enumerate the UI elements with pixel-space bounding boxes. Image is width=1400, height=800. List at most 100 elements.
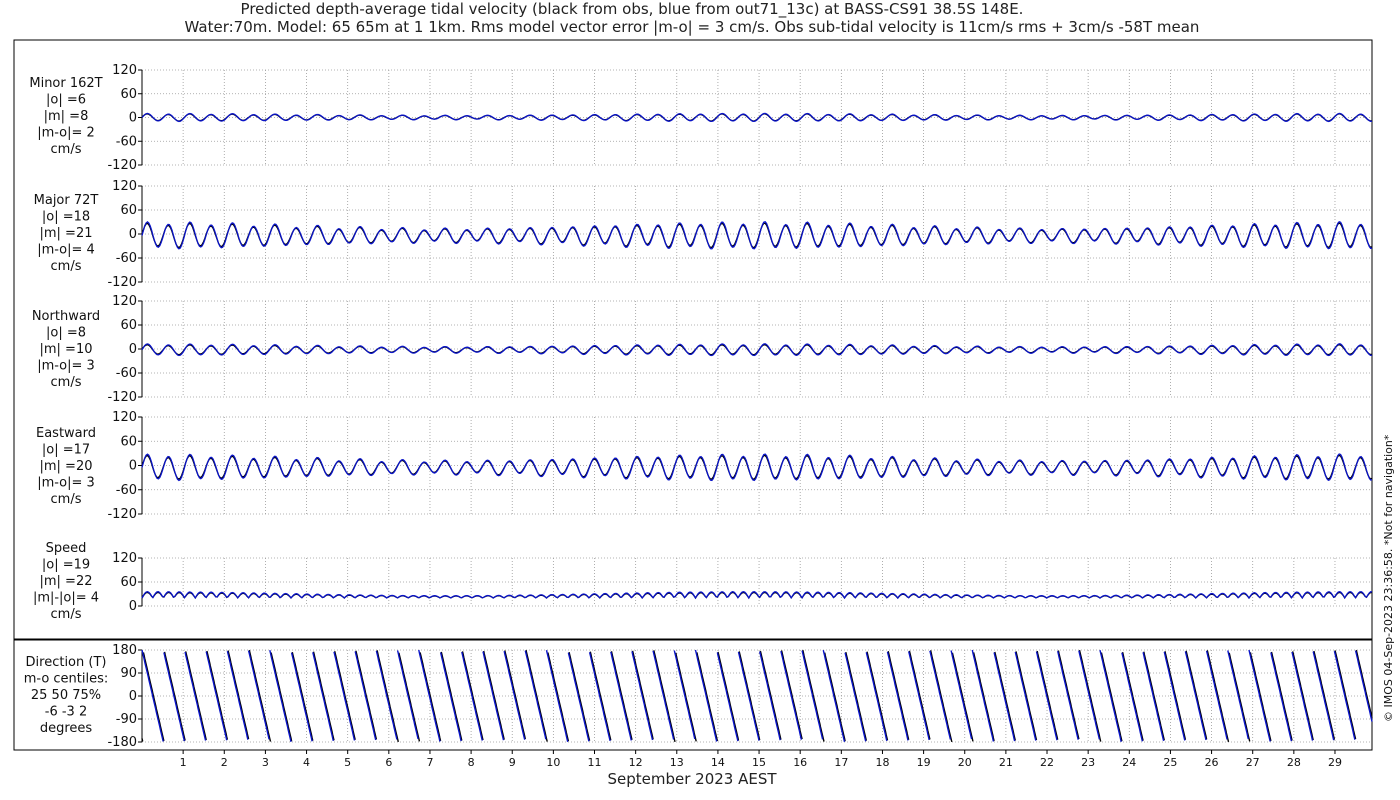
panel-label-line: cm/s: [51, 142, 82, 157]
panel-eastward: 120 60 0 -60 -120 Eastward |o| =17|m| =20 |m-o|…: [36, 410, 1373, 522]
panel-label-line: |m| =8: [44, 109, 89, 124]
x-tick-label: 17: [834, 756, 848, 769]
panel-label-line: |o| =19: [42, 558, 90, 573]
panel-label-line: |m-o|= 3: [37, 476, 95, 491]
y-tick-label: 120: [112, 410, 137, 425]
panel-label-line: |m| =21: [40, 226, 93, 241]
x-tick-label: 13: [670, 756, 684, 769]
panel-label-line: |m|-|o|= 4: [33, 591, 99, 606]
panel-label-line: |o| =6: [46, 93, 86, 108]
y-tick-label: -120: [107, 158, 137, 173]
y-tick-label: 120: [112, 551, 137, 566]
y-tick-label: 0: [129, 599, 137, 614]
y-tick-label: -60: [116, 366, 137, 381]
y-tick-label: 120: [112, 294, 137, 309]
x-tick-label: 3: [262, 756, 269, 769]
y-tick-label: -180: [107, 735, 137, 750]
y-tick-label: -120: [107, 390, 137, 405]
series-model-line: [141, 343, 1373, 357]
panel-label-line: |m| =22: [40, 574, 93, 589]
x-tick-label: 23: [1081, 756, 1095, 769]
panel-label-line: cm/s: [51, 492, 82, 507]
x-tick-label: 14: [711, 756, 725, 769]
y-tick-label: 120: [112, 179, 137, 194]
x-tick-label: 8: [468, 756, 475, 769]
x-tick-label: 26: [1205, 756, 1219, 769]
y-tick-label: 60: [120, 434, 137, 449]
panel-label-line: |o| =17: [42, 443, 90, 458]
panel-label-line: |m-o|= 3: [37, 359, 95, 374]
x-tick-label: 19: [917, 756, 931, 769]
x-axis: 1 2 3 4 5 6 7 8 9 10 11 12 13 14 15 16 17 18 19 20 21 22 23 24 2…: [180, 750, 1342, 769]
x-tick-label: 21: [999, 756, 1013, 769]
x-tick-label: 2: [221, 756, 228, 769]
x-tick-label: 11: [588, 756, 602, 769]
y-tick-label: 0: [129, 689, 137, 704]
panel-label-line: Speed: [46, 541, 87, 556]
side-note: © IMOS 04-Sep-2023 23:36:58. *Not for na…: [1382, 434, 1395, 722]
x-tick-label: 24: [1122, 756, 1136, 769]
y-tick-label: 60: [120, 87, 137, 102]
panel-label-line: |m-o|= 4: [37, 243, 95, 258]
tidal-velocity-figure: Predicted depth-average tidal velocity (…: [13, 0, 1395, 788]
y-tick-label: 0: [129, 459, 137, 474]
panel-label-line: degrees: [40, 721, 93, 736]
y-tick-label: -120: [107, 275, 137, 290]
y-tick-label: -60: [116, 134, 137, 149]
y-tick-label: 0: [129, 342, 137, 357]
x-tick-label: 22: [1040, 756, 1054, 769]
series-model-line: [141, 453, 1373, 482]
panel-label-line: m-o centiles:: [24, 672, 109, 687]
x-axis-label: September 2023 AEST: [607, 770, 777, 788]
x-tick-label: 7: [426, 756, 433, 769]
y-tick-label: -60: [116, 251, 137, 266]
panel-label-line: 25 50 75%: [31, 688, 101, 703]
panel-label-line: cm/s: [51, 375, 82, 390]
x-tick-label: 28: [1287, 756, 1301, 769]
x-tick-label: 27: [1246, 756, 1260, 769]
panel-label-line: |m| =20: [40, 459, 93, 474]
x-tick-label: 16: [793, 756, 807, 769]
series-model-line: [141, 591, 1372, 600]
x-tick-label: 29: [1328, 756, 1342, 769]
panel-speed: 120 60 0 Speed |o| =19|m| =22 |m|-|o|= 4cm/s: [33, 541, 1372, 622]
y-tick-label: 0: [129, 227, 137, 242]
x-tick-label: 6: [385, 756, 392, 769]
x-tick-label: 20: [958, 756, 972, 769]
y-tick-label: 60: [120, 203, 137, 218]
y-tick-label: 0: [129, 111, 137, 126]
x-tick-label: 9: [509, 756, 516, 769]
x-tick-label: 4: [303, 756, 310, 769]
x-tick-label: 25: [1163, 756, 1177, 769]
chart-title-line2: Water:70m. Model: 65 65m at 1 1km. Rms m…: [185, 18, 1200, 36]
panel-direction: 180 90 0 -90 -180 Direction (T) m-o centiles:2…: [24, 643, 1373, 750]
panel-label-line: -6 -3 2: [45, 705, 87, 720]
y-tick-label: 60: [120, 575, 137, 590]
panel-northward: 120 60 0 -60 -120 Northward |o| =8|m| =10 |m-o|…: [32, 294, 1373, 405]
panel-label-line: |o| =18: [42, 210, 90, 225]
panel-label-line: Northward: [32, 309, 100, 324]
x-tick-label: 1: [180, 756, 187, 769]
y-tick-label: 120: [112, 63, 137, 78]
y-tick-label: 60: [120, 318, 137, 333]
y-tick-label: -90: [116, 712, 137, 727]
panel-label-line: |o| =8: [46, 326, 86, 341]
panel-label-line: cm/s: [51, 259, 82, 274]
panel-label-line: |m-o|= 2: [37, 126, 95, 141]
panel-major: 120 60 0 -60 -120 Major 72T |o| =18|m| =21 |m-o…: [34, 179, 1373, 290]
panel-label-line: Eastward: [36, 426, 96, 441]
panel-label-line: |m| =10: [40, 342, 93, 357]
x-tick-label: 12: [629, 756, 643, 769]
panel-minor: 120 60 0 -60 -120 Minor 162T |o| =6|m| =8 |m-o|…: [29, 63, 1373, 173]
panel-label-line: Major 72T: [34, 193, 99, 208]
upper-frame: [13, 39, 1373, 640]
panel-label-line: Direction (T): [26, 655, 107, 670]
panels: 120 60 0 -60 -120 Minor 162T |o| =6|m| =8 |m-o|…: [13, 39, 1373, 751]
y-tick-label: 180: [112, 643, 137, 658]
y-tick-label: -120: [107, 507, 137, 522]
series-model-line: [141, 221, 1373, 250]
x-tick-label: 10: [546, 756, 560, 769]
y-tick-label: 90: [120, 666, 137, 681]
y-tick-label: -60: [116, 483, 137, 498]
x-tick-label: 15: [752, 756, 766, 769]
